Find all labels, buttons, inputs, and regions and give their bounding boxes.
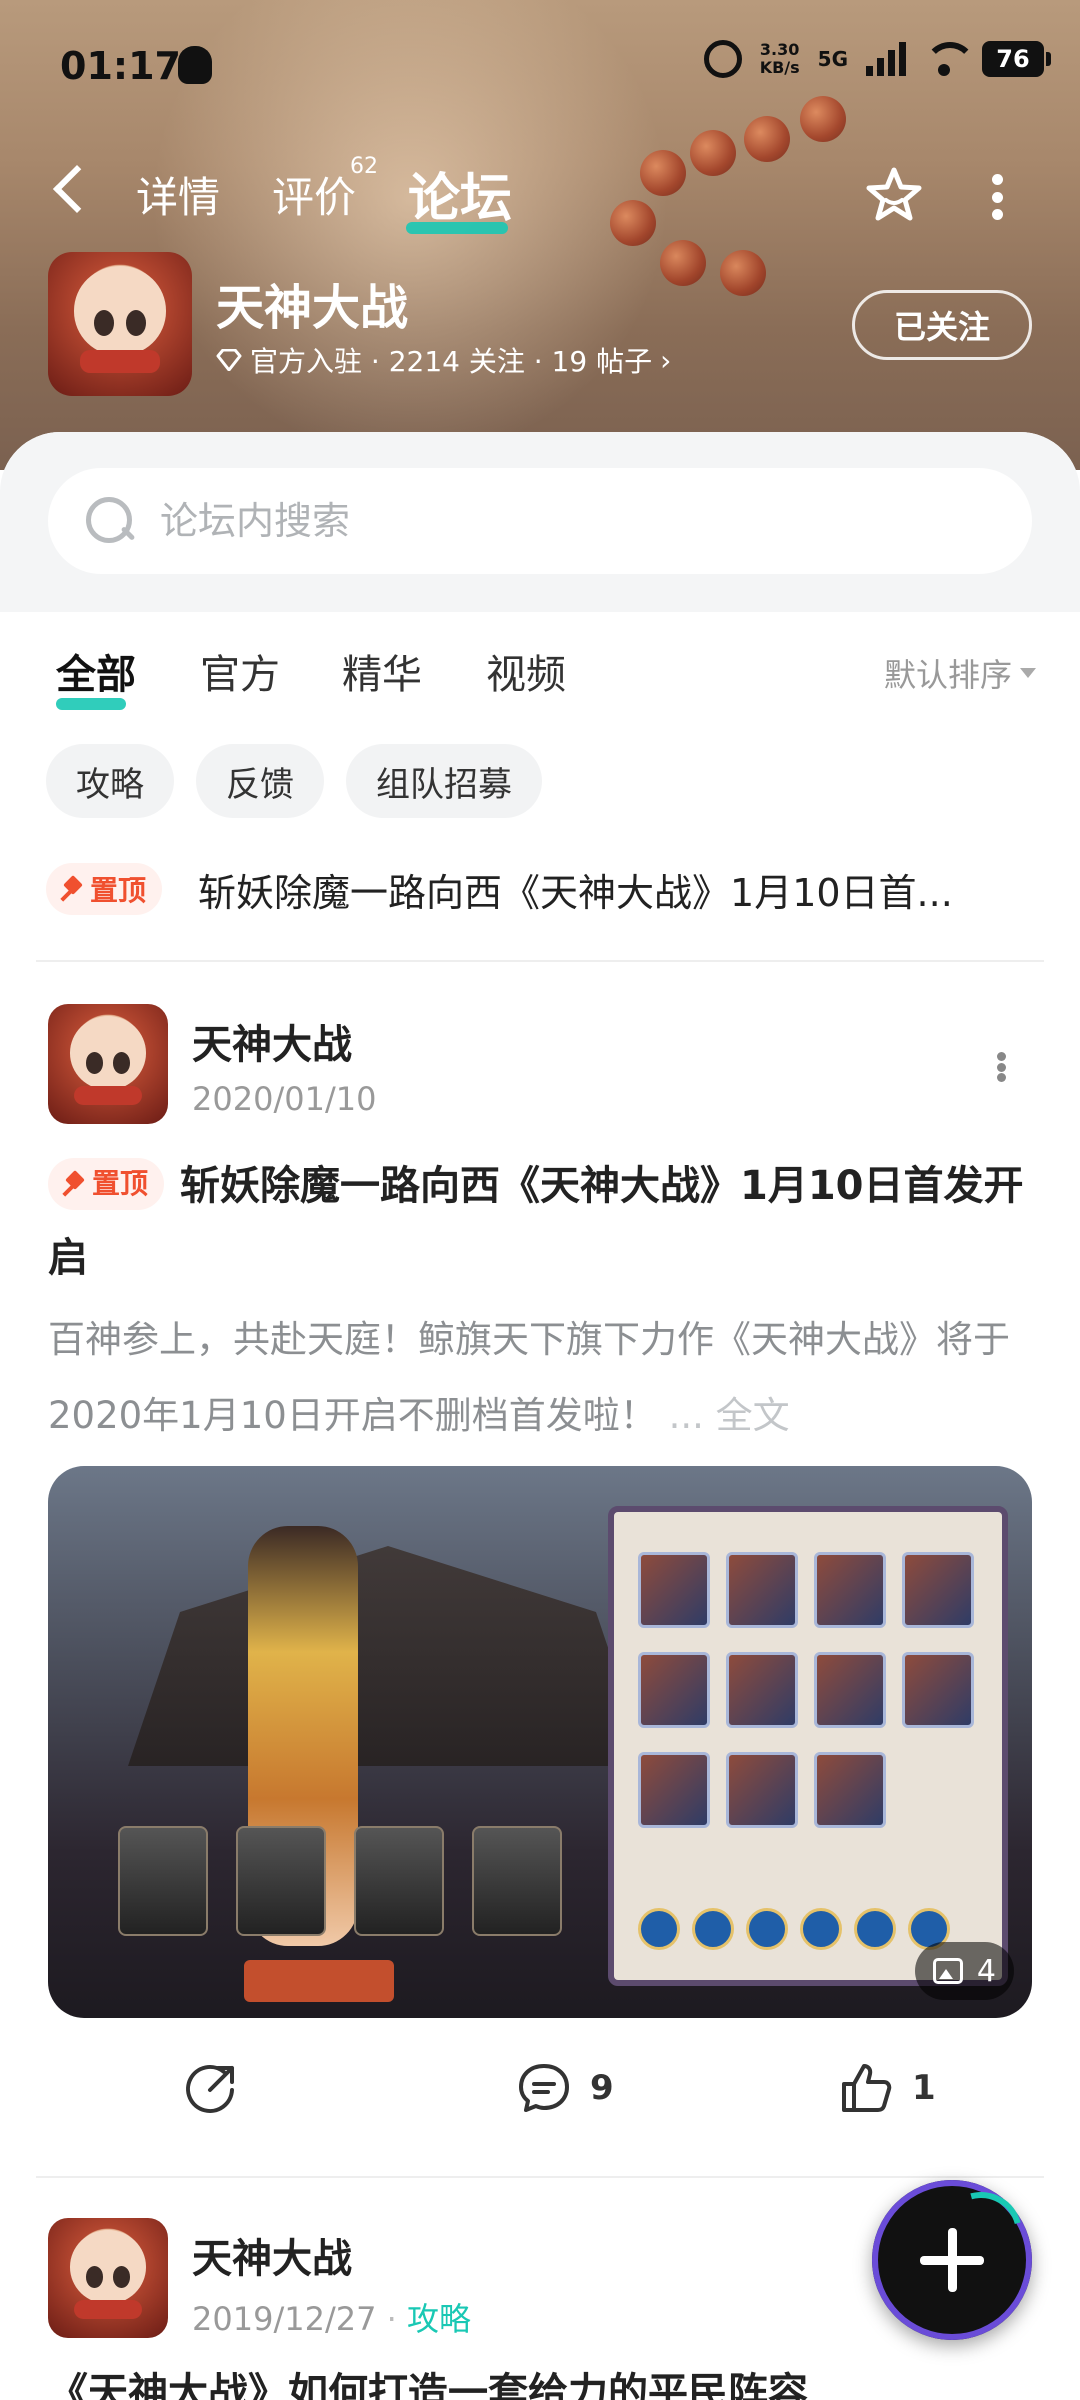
alarm-icon	[703, 40, 742, 78]
post-title[interactable]: 《天神大战》如何打造一套给力的平民阵容	[48, 2360, 808, 2400]
search-icon	[82, 493, 138, 549]
post-excerpt[interactable]: 百神参上，共赴天庭！鲸旗天下旗下力作《天神大战》将于2020年1月10日开启不删…	[48, 1302, 1038, 1454]
pinned-post-row[interactable]: 置顶 斩妖除魔一路向西《天神大战》1月10日首...	[46, 852, 1036, 926]
speed-value: 3.30	[759, 40, 800, 59]
search-section	[0, 432, 1080, 612]
pin-icon	[64, 1173, 86, 1195]
status-bar: 01:17 3.30 KB/s 5G 76	[0, 0, 1080, 130]
post-date-line: 2019/12/27 · 攻略	[192, 2294, 471, 2340]
active-tab-indicator	[406, 222, 508, 234]
status-time: 01:17	[60, 44, 181, 88]
game-app-icon[interactable]	[48, 252, 192, 396]
search-input[interactable]	[160, 499, 960, 543]
image-hero-panel	[608, 1506, 1008, 1986]
image-building	[128, 1546, 648, 1766]
comment-icon	[519, 2064, 569, 2112]
comment-count: 9	[590, 2068, 614, 2108]
divider	[36, 960, 1044, 962]
game-meta-link[interactable]: 官方入驻 · 2214 关注 · 19 帖子 ›	[216, 340, 671, 380]
image-count-badge: 4	[914, 1942, 1014, 2000]
post-image[interactable]: 4	[48, 1466, 1032, 2018]
chip-feedback[interactable]: 反馈	[196, 744, 324, 818]
share-button[interactable]	[184, 2060, 240, 2116]
pinned-tag-label: 置顶	[90, 874, 147, 907]
tab-reviews[interactable]: 评价	[272, 164, 356, 225]
post-author[interactable]: 天神大战	[192, 1012, 352, 1070]
battery-level: 76	[996, 45, 1030, 73]
like-button[interactable]: 1	[838, 2060, 936, 2116]
like-count: 1	[912, 2068, 936, 2108]
chip-team-recruit[interactable]: 组队招募	[346, 744, 542, 818]
thumbs-up-icon	[842, 2064, 892, 2112]
top-nav: 详情 评价 62 论坛	[0, 150, 1080, 240]
post-date: 2019/12/27	[192, 2300, 377, 2338]
filter-tabs: 全部 官方 精华 视频 默认排序	[56, 642, 1036, 722]
pinned-tag: 置顶	[48, 1158, 165, 1210]
caret-down-icon	[1020, 668, 1036, 678]
qq-penguin-icon	[178, 46, 212, 84]
more-options-icon[interactable]	[990, 174, 1004, 220]
filter-active-indicator	[56, 698, 126, 710]
create-post-button[interactable]	[872, 2180, 1032, 2340]
image-icon	[932, 1958, 963, 1984]
search-bar[interactable]	[48, 468, 1032, 574]
post-excerpt-text: 百神参上，共赴天庭！鲸旗天下旗下力作《天神大战》将于2020年1月10日开启不删…	[48, 1318, 1010, 1437]
favorite-star-icon[interactable]	[862, 164, 926, 228]
chevron-right-icon: ›	[660, 343, 672, 377]
post-category[interactable]: 攻略	[407, 2300, 471, 2338]
pinned-tag: 置顶	[46, 863, 163, 915]
signal-icon	[866, 42, 906, 76]
sort-dropdown[interactable]: 默认排序	[884, 650, 1036, 696]
chip-guide[interactable]: 攻略	[46, 744, 174, 818]
pinned-post-title: 斩妖除魔一路向西《天神大战》1月10日首...	[198, 870, 953, 915]
game-title: 天神大战	[216, 280, 409, 336]
share-icon	[186, 2064, 234, 2113]
follow-button[interactable]: 已关注	[852, 290, 1032, 360]
post-title[interactable]: 置顶 斩妖除魔一路向西《天神大战》1月10日首发开启	[48, 1150, 1038, 1294]
read-full-link[interactable]: ... 全文	[669, 1394, 790, 1437]
filter-tab-featured[interactable]: 精华	[342, 642, 422, 700]
banner-bead	[660, 240, 706, 286]
image-card-row	[118, 1826, 562, 1936]
pinned-tag-label: 置顶	[92, 1167, 149, 1200]
post-more-icon[interactable]	[996, 1052, 1006, 1082]
battery-icon: 76	[982, 41, 1051, 77]
game-meta-text: 官方入驻 · 2214 关注 · 19 帖子	[250, 345, 653, 378]
filter-tab-all[interactable]: 全部	[56, 642, 136, 700]
wifi-icon	[924, 42, 976, 76]
banner-bead	[720, 250, 766, 296]
post-author[interactable]: 天神大战	[192, 2226, 352, 2284]
post-date: 2020/01/10	[192, 1080, 377, 1118]
post-author-avatar[interactable]	[48, 1004, 168, 1124]
pin-icon	[62, 878, 84, 900]
filter-tab-video[interactable]: 视频	[486, 642, 566, 700]
back-arrow-icon[interactable]	[52, 164, 102, 214]
post-author-avatar[interactable]	[48, 2218, 168, 2338]
post-actions: 9 1	[0, 2060, 1080, 2150]
tab-details[interactable]: 详情	[136, 164, 220, 225]
image-button	[244, 1960, 394, 2002]
image-count: 4	[976, 1953, 996, 1989]
speed-unit: KB/s	[759, 58, 800, 77]
diamond-icon	[216, 349, 242, 371]
reviews-count-badge: 62	[350, 154, 378, 179]
comment-button[interactable]: 9	[516, 2060, 614, 2116]
network-type: 5G	[817, 47, 848, 71]
network-speed: 3.30 KB/s	[760, 41, 800, 77]
plus-icon	[920, 2228, 984, 2292]
sort-label: 默认排序	[883, 656, 1012, 694]
status-indicators: 3.30 KB/s 5G 76	[703, 40, 1051, 78]
divider	[36, 2176, 1044, 2178]
filter-tab-official[interactable]: 官方	[200, 642, 280, 700]
dot-separator: ·	[386, 2300, 407, 2338]
post-title-text: 斩妖除魔一路向西《天神大战》1月10日首发开启	[48, 1163, 1024, 1281]
tab-forum[interactable]: 论坛	[408, 156, 512, 231]
category-chips: 攻略 反馈 组队招募	[46, 744, 542, 818]
